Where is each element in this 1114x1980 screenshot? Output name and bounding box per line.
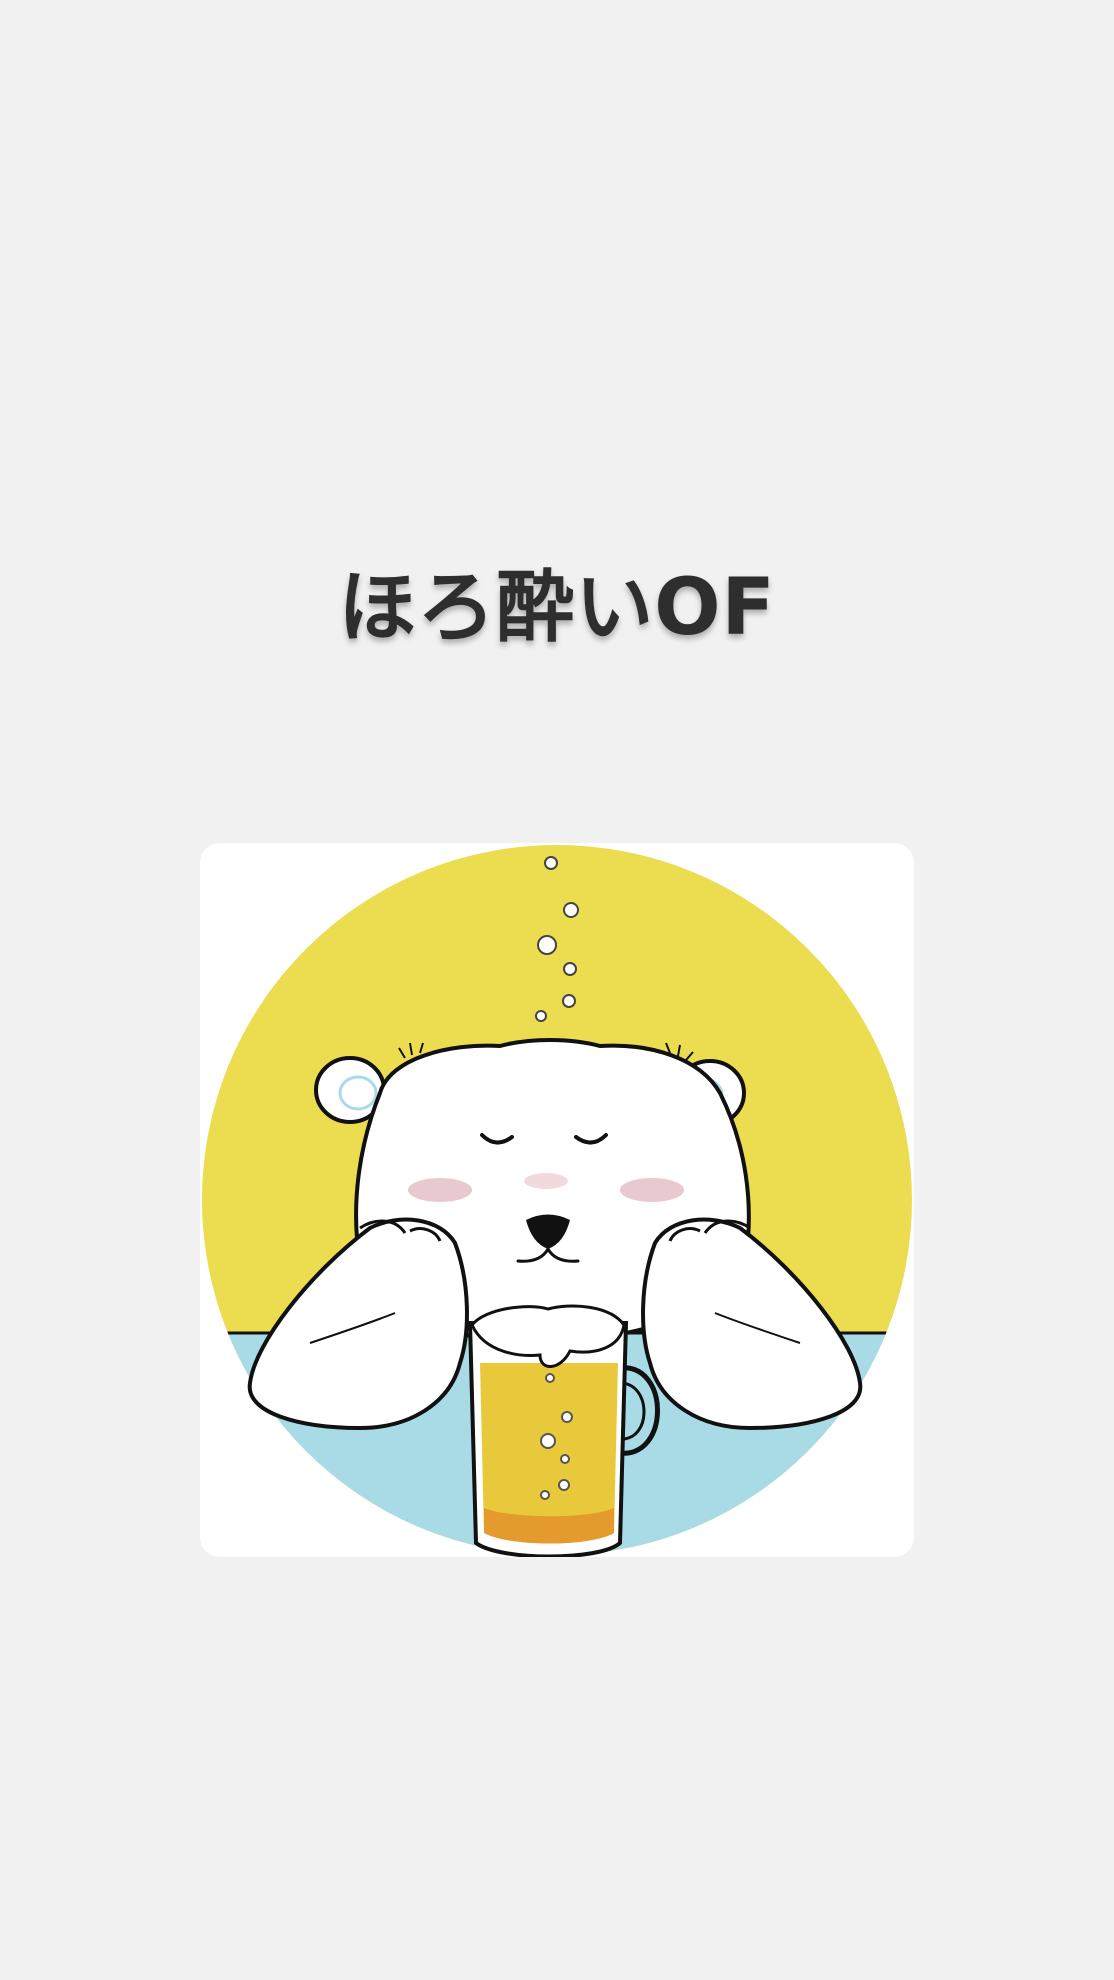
profile-screen: ほろ酔いOF — [0, 0, 1114, 1980]
profile-avatar[interactable] — [200, 843, 914, 1557]
profile-name: ほろ酔いOF — [338, 563, 776, 653]
polar-bear-with-beer-icon — [200, 843, 914, 1557]
